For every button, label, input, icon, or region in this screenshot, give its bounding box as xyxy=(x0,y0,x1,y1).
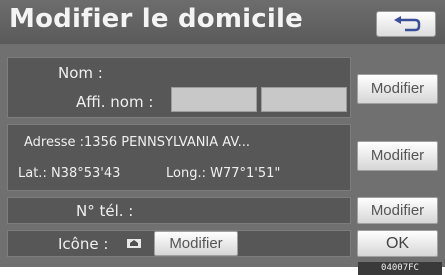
back-button[interactable] xyxy=(376,11,436,37)
return-arrow-icon xyxy=(394,16,421,32)
address-label: Adresse :1356 PENNSYLVANIA AV... xyxy=(24,135,250,150)
longitude-label: Long.: W77°1'51" xyxy=(166,166,281,181)
phone-panel: N° tél. : xyxy=(7,197,351,224)
home-pin-icon xyxy=(127,239,141,248)
name-panel: Nom : Affi. nom : xyxy=(7,57,351,118)
screen: Modifier le domicile Nom : Affi. nom : M… xyxy=(0,0,445,267)
modify-address-button[interactable]: Modifier xyxy=(357,141,438,171)
latitude-label: Lat.: N38°53'43 xyxy=(18,166,121,181)
icon-panel: Icône : Modifier xyxy=(7,230,351,257)
name-label: Nom : xyxy=(58,64,103,82)
modify-name-button[interactable]: Modifier xyxy=(357,74,438,104)
header-bar: Modifier le domicile xyxy=(0,0,445,44)
icon-label: Icône : xyxy=(58,235,109,253)
display-name-field-1 xyxy=(171,87,257,112)
ok-button[interactable]: OK xyxy=(357,230,438,257)
display-name-field-2 xyxy=(261,87,347,112)
display-name-label: Affi. nom : xyxy=(76,93,154,111)
modify-phone-button[interactable]: Modifier xyxy=(357,197,438,224)
image-code-label: 04007FC xyxy=(358,262,442,275)
modify-icon-button[interactable]: Modifier xyxy=(154,231,238,256)
phone-label: N° tél. : xyxy=(76,202,134,220)
address-panel: Adresse :1356 PENNSYLVANIA AV... Lat.: N… xyxy=(7,124,351,191)
page-title: Modifier le domicile xyxy=(9,4,303,34)
